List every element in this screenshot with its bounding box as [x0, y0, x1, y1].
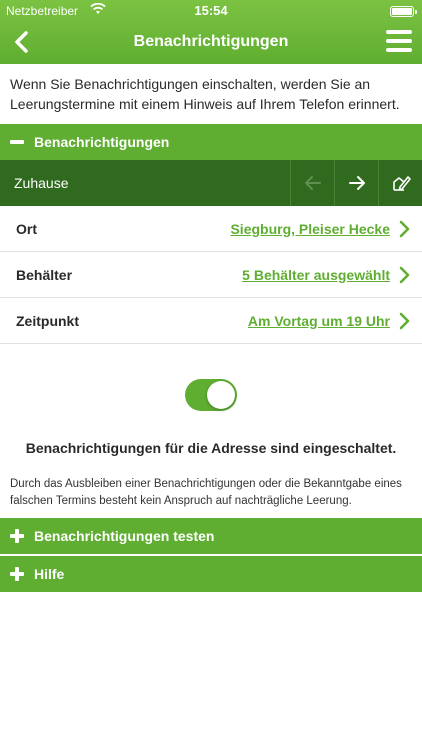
disclaimer-text: Durch das Ausbleiben einer Benachrichtig…: [10, 478, 402, 507]
plus-icon: [10, 567, 24, 581]
toggle-container: [0, 344, 422, 440]
row-time[interactable]: Zeitpunkt Am Vortag um 19 Uhr: [0, 298, 422, 344]
chevron-right-icon: [399, 266, 410, 283]
section-label: Benachrichtigungen testen: [34, 528, 215, 544]
battery-icon: [390, 6, 417, 17]
toggle-knob: [207, 381, 235, 409]
section-header-help[interactable]: Hilfe: [0, 556, 422, 592]
row-label: Zeitpunkt: [16, 312, 79, 329]
section-header-test[interactable]: Benachrichtigungen testen: [0, 518, 422, 554]
edit-address-button[interactable]: [378, 160, 422, 206]
chevron-right-icon: [399, 220, 410, 237]
hamburger-icon: [386, 30, 412, 34]
toggle-status-text: Benachrichtigungen für die Adresse sind …: [25, 440, 397, 456]
row-label: Behälter: [16, 266, 73, 283]
nav-bar: Benachrichtigungen: [0, 22, 422, 64]
arrow-left-icon: [304, 176, 321, 190]
arrow-right-icon: [348, 176, 365, 190]
row-location[interactable]: Ort Siegburg, Pleiser Hecke: [0, 206, 422, 252]
chevron-right-icon: [399, 312, 410, 329]
row-value[interactable]: Am Vortag um 19 Uhr: [248, 313, 390, 329]
minus-icon: [10, 135, 24, 149]
app-header: Netzbetreiber 15:54 Benachrichtigungen: [0, 0, 422, 64]
row-label: Ort: [16, 220, 37, 237]
row-containers[interactable]: Behälter 5 Behälter ausgewählt: [0, 252, 422, 298]
section-label: Hilfe: [34, 566, 65, 582]
intro-text: Wenn Sie Benachrichtigungen einschalten,…: [10, 76, 400, 112]
address-name: Zuhause: [14, 175, 69, 191]
page-title: Benachrichtigungen: [133, 33, 289, 50]
notifications-toggle[interactable]: [185, 379, 237, 411]
status-time: 15:54: [194, 3, 228, 18]
plus-icon: [10, 529, 24, 543]
status-bar: Netzbetreiber 15:54: [0, 0, 422, 22]
row-value[interactable]: 5 Behälter ausgewählt: [242, 267, 390, 283]
edit-icon: [392, 176, 411, 191]
next-address-button[interactable]: [334, 160, 378, 206]
section-header-notifications[interactable]: Benachrichtigungen: [0, 124, 422, 160]
menu-button[interactable]: [386, 30, 412, 54]
row-value[interactable]: Siegburg, Pleiser Hecke: [230, 221, 390, 237]
address-bar: Zuhause: [0, 160, 422, 206]
previous-address-button[interactable]: [290, 160, 334, 206]
section-label: Benachrichtigungen: [34, 134, 170, 150]
